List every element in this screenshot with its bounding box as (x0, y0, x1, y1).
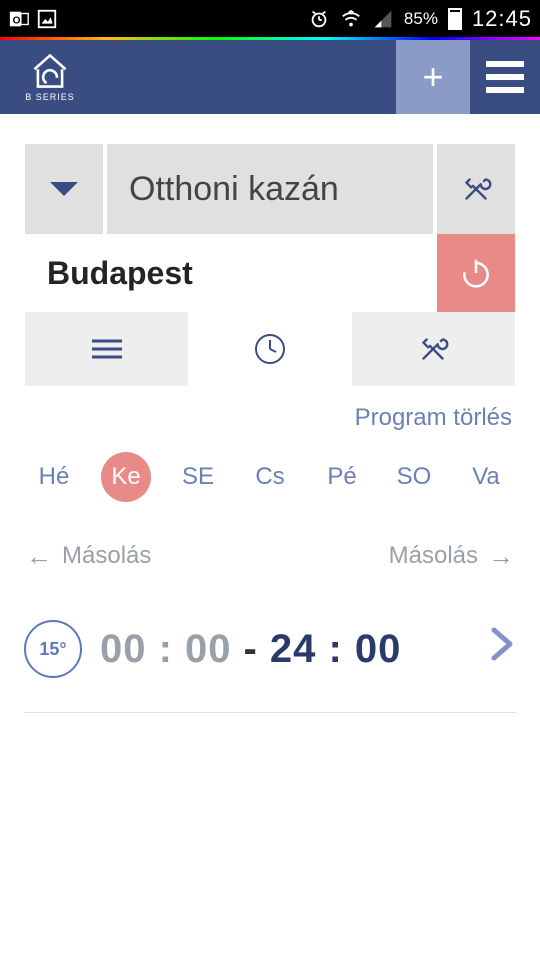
add-button[interactable]: + (396, 40, 470, 114)
location-name: Budapest (25, 255, 437, 292)
tabs (25, 312, 515, 386)
clock-time: 12:45 (472, 6, 532, 32)
logo-label: B SERIES (25, 92, 75, 102)
menu-button[interactable] (470, 61, 540, 93)
day-wed[interactable]: SE (173, 452, 223, 502)
device-settings-button[interactable] (437, 144, 515, 234)
signal-icon (372, 8, 394, 30)
day-sun[interactable]: Va (461, 452, 511, 502)
arrow-right-icon: → (488, 543, 514, 569)
copy-prev-label: Másolás (62, 542, 151, 570)
gallery-icon (36, 8, 58, 30)
device-name[interactable]: Otthoni kazán (107, 144, 433, 234)
menu-icon (486, 61, 524, 67)
day-mon[interactable]: Hé (29, 452, 79, 502)
time-range: 00 : 00 - 24 : 00 (100, 627, 401, 672)
arrow-left-icon: ← (26, 543, 52, 569)
copy-row: ← Másolás Másolás → (0, 518, 540, 594)
app-logo[interactable]: B SERIES (0, 52, 100, 102)
chevron-right-icon[interactable] (488, 626, 516, 672)
chevron-down-icon (50, 182, 78, 196)
app-header: B SERIES + (0, 40, 540, 114)
tab-settings[interactable] (352, 312, 515, 386)
tab-schedule[interactable] (188, 312, 351, 386)
list-icon (90, 337, 124, 361)
svg-text:O: O (13, 15, 21, 26)
time-start: 00 : 00 (100, 627, 232, 672)
copy-next-label: Másolás (389, 542, 478, 570)
day-selector: Hé Ke SE Cs Pé SO Va (0, 444, 540, 518)
clock-icon (253, 332, 287, 366)
day-thu[interactable]: Cs (245, 452, 295, 502)
plus-icon: + (422, 56, 443, 98)
battery-percent: 85% (404, 9, 438, 29)
device-dropdown-button[interactable] (25, 144, 103, 234)
divider (24, 712, 516, 713)
tools-icon (414, 330, 452, 368)
time-separator: - (244, 627, 258, 672)
power-button[interactable] (437, 234, 515, 312)
status-bar: O 85% 12:45 (0, 0, 540, 37)
time-end: 24 : 00 (270, 627, 402, 672)
program-delete-link[interactable]: Program törlés (0, 386, 540, 444)
device-selector: Otthoni kazán (25, 144, 515, 234)
tools-icon (457, 170, 495, 208)
copy-prev-button[interactable]: ← Másolás (26, 542, 151, 570)
location-row: Budapest (25, 234, 515, 312)
day-fri[interactable]: Pé (317, 452, 367, 502)
wifi-icon (340, 8, 362, 30)
schedule-entry[interactable]: 15° 00 : 00 - 24 : 00 (0, 594, 540, 696)
temperature-badge[interactable]: 15° (24, 620, 82, 678)
battery-icon (448, 8, 462, 30)
day-tue[interactable]: Ke (101, 452, 151, 502)
tab-list[interactable] (25, 312, 188, 386)
copy-next-button[interactable]: Másolás → (389, 542, 514, 570)
power-icon (456, 253, 496, 293)
alarm-icon (308, 8, 330, 30)
day-sat[interactable]: SO (389, 452, 439, 502)
outlook-icon: O (8, 8, 30, 30)
